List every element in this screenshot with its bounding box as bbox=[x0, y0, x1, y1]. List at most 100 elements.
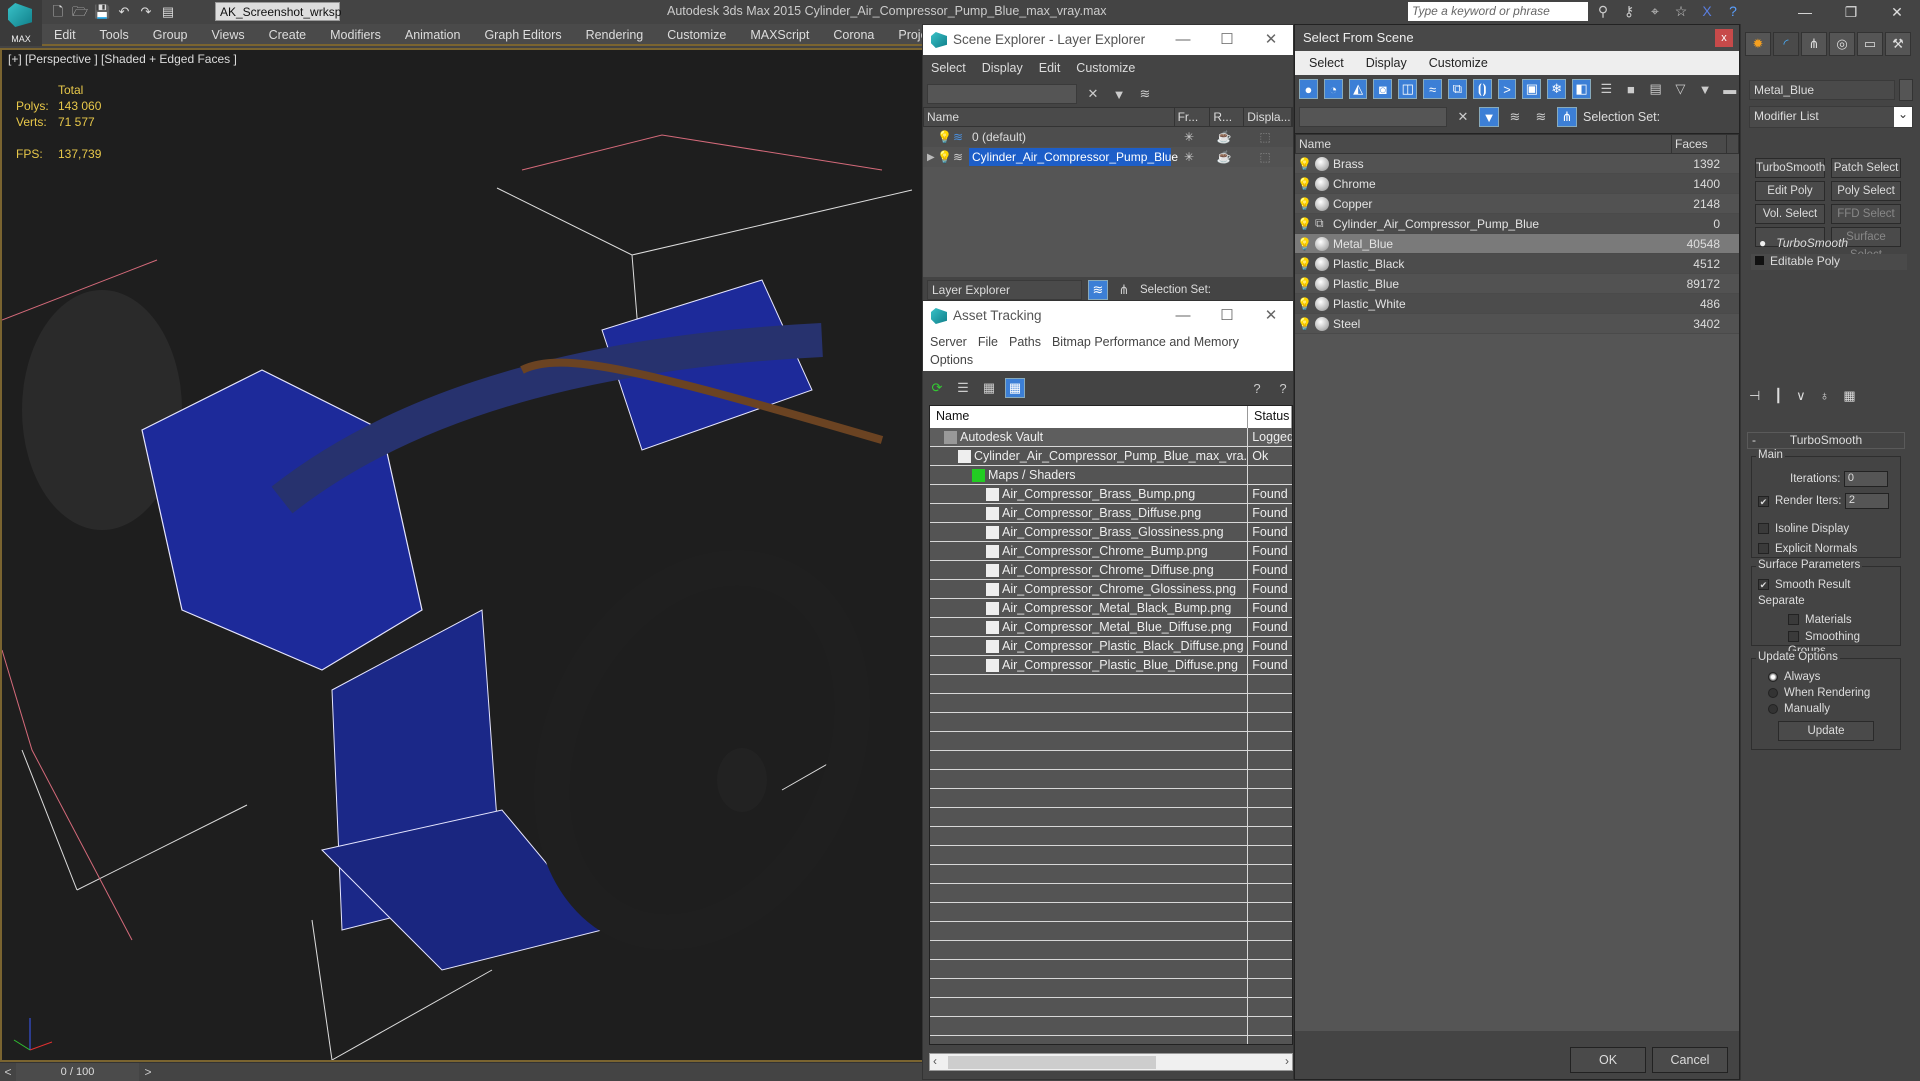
bones-filter-icon[interactable]: > bbox=[1497, 79, 1517, 99]
restore-icon[interactable]: ❐ bbox=[1828, 0, 1874, 24]
object-row[interactable]: 💡 Metal_Blue 40548 bbox=[1295, 234, 1739, 254]
explorer-type-dropdown[interactable]: Layer Explorer bbox=[927, 280, 1082, 300]
modifier-button-patch-select[interactable]: Patch Select bbox=[1831, 158, 1901, 178]
utilities-tab-icon[interactable]: ⚒ bbox=[1885, 32, 1911, 56]
object-name[interactable]: Plastic_White bbox=[1329, 297, 1671, 311]
expand-arrow-icon[interactable]: ▶ bbox=[923, 152, 937, 163]
spacewarps-filter-icon[interactable]: ≈ bbox=[1423, 79, 1442, 99]
save-icon[interactable]: 💾 bbox=[94, 4, 110, 20]
workspace-dropdown[interactable]: AK_Screenshot_wrksp bbox=[215, 2, 341, 21]
lights-filter-icon[interactable]: ◭ bbox=[1348, 79, 1368, 99]
configure-sets-icon[interactable]: ▦ bbox=[1843, 388, 1855, 404]
manually-radio[interactable] bbox=[1768, 703, 1778, 714]
menu-item-animation[interactable]: Animation bbox=[393, 24, 473, 46]
object-name[interactable]: Copper bbox=[1329, 197, 1671, 211]
menu-item-graph-editors[interactable]: Graph Editors bbox=[472, 24, 573, 46]
menu-item-select[interactable]: Select bbox=[1295, 51, 1352, 75]
menu-item-tools[interactable]: Tools bbox=[88, 24, 141, 46]
menu-item-display[interactable]: Display bbox=[974, 55, 1031, 81]
asset-row[interactable]: Air_Compressor_Metal_Black_Bump.png Found bbox=[930, 599, 1292, 618]
close-icon[interactable]: ✕ bbox=[1874, 0, 1920, 24]
scene-explorer-titlebar[interactable]: Scene Explorer - Layer Explorer — ☐ ✕ bbox=[923, 25, 1293, 55]
list-icon[interactable]: ☰ bbox=[953, 378, 973, 398]
modifier-button-turbosmooth[interactable]: TurboSmooth bbox=[1755, 158, 1825, 178]
groups-filter-icon[interactable]: ⧉ bbox=[1447, 79, 1467, 99]
make-unique-icon[interactable]: ∨ bbox=[1796, 388, 1806, 404]
column-status[interactable]: Status bbox=[1248, 406, 1292, 428]
column-render[interactable]: R... bbox=[1210, 108, 1245, 126]
object-row[interactable]: 💡 ⧉ Cylinder_Air_Compressor_Pump_Blue 0 bbox=[1295, 214, 1739, 234]
column-display[interactable]: Displa... bbox=[1244, 108, 1292, 126]
stack-item-editable-poly[interactable]: Editable Poly bbox=[1751, 254, 1907, 270]
scroll-right-icon[interactable]: › bbox=[1285, 1054, 1289, 1068]
hierarchy-tab-icon[interactable]: ⋔ bbox=[1801, 32, 1827, 56]
menu-item-create[interactable]: Create bbox=[257, 24, 319, 46]
render-iters-checkbox[interactable]: ✔ bbox=[1758, 495, 1769, 507]
layer-row[interactable]: ▶ 💡 ≋ Cylinder_Air_Compressor_Pump_Blue ✳ ☕ ⬚ bbox=[923, 147, 1293, 167]
asset-row[interactable]: Air_Compressor_Brass_Glossiness.png Found bbox=[930, 523, 1292, 542]
containers-filter-icon[interactable]: ▣ bbox=[1522, 79, 1542, 99]
shapes-filter-icon[interactable]: ◔ bbox=[1323, 79, 1343, 99]
update-button[interactable]: Update bbox=[1778, 721, 1874, 741]
bulb-icon[interactable]: 💡 bbox=[1295, 297, 1312, 311]
minimize-icon[interactable]: — bbox=[1161, 25, 1205, 55]
object-name[interactable]: Chrome bbox=[1329, 177, 1671, 191]
render-teapot-icon[interactable]: ☕ bbox=[1207, 150, 1241, 164]
menu-item-views[interactable]: Views bbox=[199, 24, 256, 46]
geometry-filter-icon[interactable]: ● bbox=[1299, 79, 1318, 99]
ok-button[interactable]: OK bbox=[1570, 1047, 1646, 1073]
exchange-icon[interactable]: X bbox=[1698, 2, 1716, 20]
maximize-icon[interactable]: ☐ bbox=[1205, 25, 1249, 55]
maximize-icon[interactable]: ☐ bbox=[1205, 301, 1249, 331]
remove-modifier-icon[interactable]: ♁ bbox=[1820, 388, 1830, 404]
advanced-filter-icon[interactable]: ▼ bbox=[1696, 79, 1715, 99]
bulb-icon[interactable]: 💡 bbox=[1295, 257, 1312, 271]
smooth-result-checkbox[interactable]: ✔ bbox=[1758, 579, 1769, 591]
menu-item-bitmap-performance-and-memory[interactable]: Bitmap Performance and Memory bbox=[1049, 333, 1247, 351]
modifier-button-edit-poly[interactable]: Edit Poly bbox=[1755, 181, 1825, 201]
minimize-icon[interactable]: — bbox=[1161, 301, 1205, 331]
scroll-thumb[interactable] bbox=[948, 1056, 1156, 1069]
layers-icon[interactable]: ≋ bbox=[1088, 280, 1108, 300]
iterations-spinner[interactable]: 0 bbox=[1843, 471, 1888, 487]
create-tab-icon[interactable]: ✹ bbox=[1745, 32, 1771, 56]
show-end-result-icon[interactable]: ┃ bbox=[1774, 388, 1782, 404]
object-row[interactable]: 💡 Plastic_White 486 bbox=[1295, 294, 1739, 314]
hidden-filter-icon[interactable]: ◧ bbox=[1572, 79, 1591, 99]
menu-item-maxscript[interactable]: MAXScript bbox=[738, 24, 821, 46]
bulb-icon[interactable]: 💡 bbox=[937, 150, 953, 164]
smoothing-groups-checkbox[interactable] bbox=[1788, 631, 1799, 643]
asset-row[interactable]: Air_Compressor_Chrome_Glossiness.png Foun… bbox=[930, 580, 1292, 599]
object-name[interactable]: Plastic_Black bbox=[1329, 257, 1671, 271]
project-icon[interactable]: ▤ bbox=[160, 4, 176, 20]
close-icon[interactable]: ✕ bbox=[1249, 301, 1293, 331]
chevron-down-icon[interactable]: ⌄ bbox=[1894, 107, 1912, 127]
always-radio[interactable] bbox=[1768, 671, 1778, 682]
binoculars-icon[interactable]: ⚲ bbox=[1594, 2, 1612, 20]
menu-item-customize[interactable]: Customize bbox=[1068, 55, 1143, 81]
object-name[interactable]: Metal_Blue bbox=[1329, 237, 1671, 251]
redo-icon[interactable]: ↷ bbox=[138, 4, 154, 20]
menu-item-modifiers[interactable]: Modifiers bbox=[318, 24, 393, 46]
key-icon[interactable]: ⚷ bbox=[1620, 2, 1638, 20]
menu-item-edit[interactable]: Edit bbox=[1031, 55, 1069, 81]
object-row[interactable]: 💡 Chrome 1400 bbox=[1295, 174, 1739, 194]
modifier-button-vol-select[interactable]: Vol. Select bbox=[1755, 204, 1825, 224]
refresh-icon[interactable]: ⟳ bbox=[927, 378, 947, 398]
perspective-viewport[interactable]: [+] [Perspective ] [Shaded + Edged Faces… bbox=[0, 48, 922, 1062]
column-name[interactable]: Name bbox=[1296, 135, 1672, 153]
asset-row[interactable]: Cylinder_Air_Compressor_Pump_Blue_max_vr… bbox=[930, 447, 1292, 466]
column-name[interactable]: Name bbox=[924, 108, 1175, 126]
bulb-icon[interactable]: 💡 bbox=[1295, 177, 1312, 191]
menu-item-customize[interactable]: Customize bbox=[1415, 51, 1496, 75]
close-button[interactable]: x bbox=[1715, 29, 1733, 47]
bulb-icon[interactable]: 💡 bbox=[1295, 277, 1312, 291]
asset-row[interactable]: Air_Compressor_Chrome_Diffuse.png Found bbox=[930, 561, 1292, 580]
new-file-icon[interactable]: 🗋 bbox=[50, 4, 66, 20]
object-row[interactable]: 💡 Steel 3402 bbox=[1295, 314, 1739, 334]
isoline-display-checkbox[interactable] bbox=[1758, 523, 1769, 535]
asset-row[interactable]: Air_Compressor_Brass_Bump.png Found bbox=[930, 485, 1292, 504]
expand-icon[interactable] bbox=[1755, 256, 1764, 265]
object-row[interactable]: 💡 Brass 1392 bbox=[1295, 154, 1739, 174]
app-logo[interactable]: MAX bbox=[0, 0, 42, 46]
